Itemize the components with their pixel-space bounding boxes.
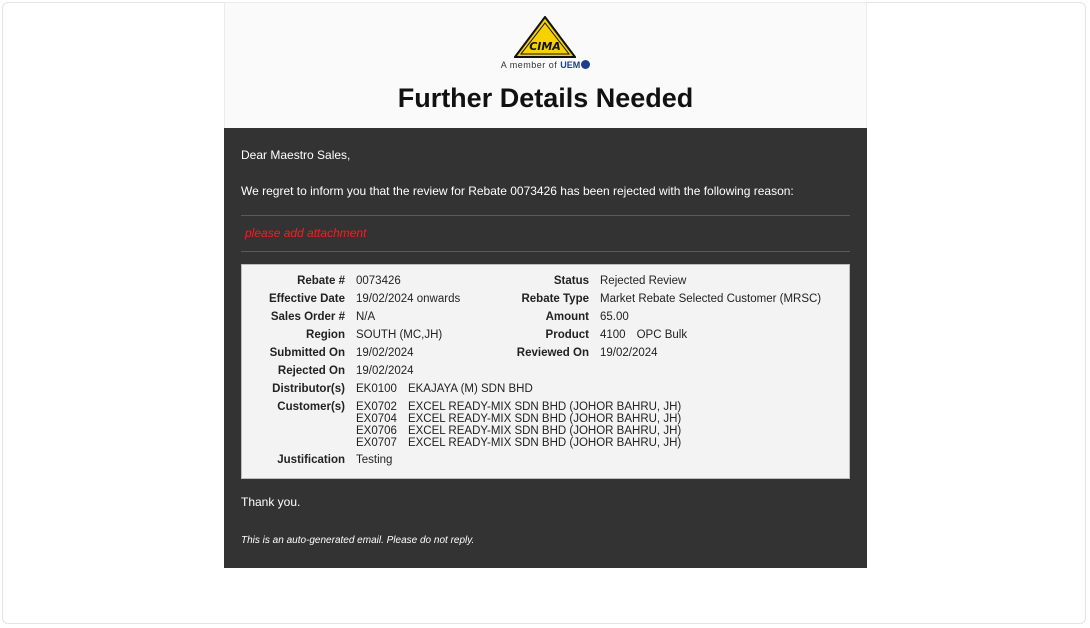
intro-text: We regret to inform you that the review … bbox=[241, 184, 794, 198]
table-row: Rebate # 0073426 Status Rejected Review bbox=[242, 273, 821, 291]
rejected-on-value: 19/02/2024 bbox=[356, 365, 414, 377]
justification-value: Testing bbox=[356, 454, 393, 466]
customers-list: EX0702 EXCEL READY-MIX SDN BHD (JOHOR BAH… bbox=[356, 399, 821, 452]
justification-label: Justification bbox=[277, 454, 345, 466]
rejection-reason: please add attachment bbox=[245, 226, 367, 240]
customer-code: EX0702 bbox=[356, 401, 397, 413]
cima-logo: CIMA bbox=[514, 16, 576, 58]
status-value: Rejected Review bbox=[600, 275, 687, 287]
product-label: Product bbox=[545, 329, 589, 341]
customer-item: EX0706 EXCEL READY-MIX SDN BHD (JOHOR BAH… bbox=[356, 425, 821, 437]
page-title: Further Details Needed bbox=[397, 83, 694, 113]
email-container: CIMA A member of UEM Further Details Nee… bbox=[224, 2, 867, 568]
sales-order-value: N/A bbox=[356, 311, 376, 323]
product-name: OPC Bulk bbox=[636, 329, 688, 341]
reviewed-on-label: Reviewed On bbox=[516, 347, 589, 359]
customer-item: EX0707 EXCEL READY-MIX SDN BHD (JOHOR BAH… bbox=[356, 437, 821, 449]
rebate-value: 0073426 bbox=[356, 275, 401, 287]
logo-text: CIMA bbox=[529, 40, 561, 53]
customer-code: EX0706 bbox=[356, 425, 397, 437]
submitted-on-label: Submitted On bbox=[269, 347, 345, 359]
member-line: A member of UEM bbox=[225, 60, 866, 70]
customer-code: EX0704 bbox=[356, 413, 397, 425]
reviewed-on-value: 19/02/2024 bbox=[600, 347, 658, 359]
table-row: Region SOUTH (MC,JH) Product 4100 OPC Bul… bbox=[242, 327, 821, 345]
email-header: CIMA A member of UEM Further Details Nee… bbox=[224, 2, 867, 128]
product-value: 4100 OPC Bulk bbox=[600, 327, 821, 345]
distributor-value: EK0100 EKAJAYA (M) SDN BHD bbox=[356, 381, 821, 399]
sales-order-label: Sales Order # bbox=[270, 311, 345, 323]
reason-box: please add attachment bbox=[241, 215, 850, 252]
thanks-text: Thank you. bbox=[241, 495, 301, 509]
table-row: Effective Date 19/02/2024 onwards Rebate… bbox=[242, 291, 821, 309]
table-row: Submitted On 19/02/2024 Reviewed On 19/0… bbox=[242, 345, 821, 363]
table-row: Rejected On 19/02/2024 bbox=[242, 363, 821, 381]
customer-item: EX0704 EXCEL READY-MIX SDN BHD (JOHOR BAH… bbox=[356, 413, 821, 425]
submitted-on-value: 19/02/2024 bbox=[356, 347, 414, 359]
customers-label: Customer(s) bbox=[277, 401, 345, 413]
uem-brand: UEM bbox=[560, 60, 581, 70]
region-value: SOUTH (MC,JH) bbox=[356, 329, 443, 341]
customer-name: EXCEL READY-MIX SDN BHD (JOHOR BAHRU, JH… bbox=[407, 437, 682, 449]
customer-code: EX0707 bbox=[356, 437, 397, 449]
email-body: Dear Maestro Sales, We regret to inform … bbox=[224, 128, 867, 568]
rebate-label: Rebate # bbox=[297, 275, 345, 287]
distributor-label: Distributor(s) bbox=[272, 383, 345, 395]
product-code: 4100 bbox=[600, 329, 626, 341]
customer-item: EX0702 EXCEL READY-MIX SDN BHD (JOHOR BAH… bbox=[356, 401, 821, 413]
amount-label: Amount bbox=[545, 311, 589, 323]
greeting: Dear Maestro Sales, bbox=[241, 148, 351, 162]
customer-name: EXCEL READY-MIX SDN BHD (JOHOR BAHRU, JH… bbox=[407, 401, 682, 413]
details-table: Rebate # 0073426 Status Rejected Review … bbox=[242, 273, 821, 470]
effective-date-label: Effective Date bbox=[268, 293, 345, 305]
distributor-name: EKAJAYA (M) SDN BHD bbox=[407, 383, 533, 395]
effective-date-value: 19/02/2024 onwards bbox=[356, 293, 461, 305]
rebate-type-label: Rebate Type bbox=[521, 293, 589, 305]
rejected-on-label: Rejected On bbox=[277, 365, 345, 377]
rebate-type-value: Market Rebate Selected Customer (MRSC) bbox=[600, 293, 822, 305]
table-row: Sales Order # N/A Amount 65.00 bbox=[242, 309, 821, 327]
table-row: Distributor(s) EK0100 EKAJAYA (M) SDN BHD bbox=[242, 381, 821, 399]
customer-name: EXCEL READY-MIX SDN BHD (JOHOR BAHRU, JH… bbox=[407, 413, 682, 425]
details-panel: Rebate # 0073426 Status Rejected Review … bbox=[241, 264, 850, 479]
table-row: Justification Testing bbox=[242, 452, 821, 470]
status-label: Status bbox=[553, 275, 589, 287]
amount-value: 65.00 bbox=[600, 311, 629, 323]
distributor-code: EK0100 bbox=[356, 383, 397, 395]
uem-logo-icon bbox=[581, 60, 591, 69]
customer-name: EXCEL READY-MIX SDN BHD (JOHOR BAHRU, JH… bbox=[407, 425, 682, 437]
region-label: Region bbox=[306, 329, 345, 341]
auto-generated-note: This is an auto-generated email. Please … bbox=[241, 535, 475, 546]
member-prefix: A member of bbox=[500, 60, 558, 70]
table-row: Customer(s) EX0702 EXCEL READY-MIX SDN BH… bbox=[242, 399, 821, 452]
